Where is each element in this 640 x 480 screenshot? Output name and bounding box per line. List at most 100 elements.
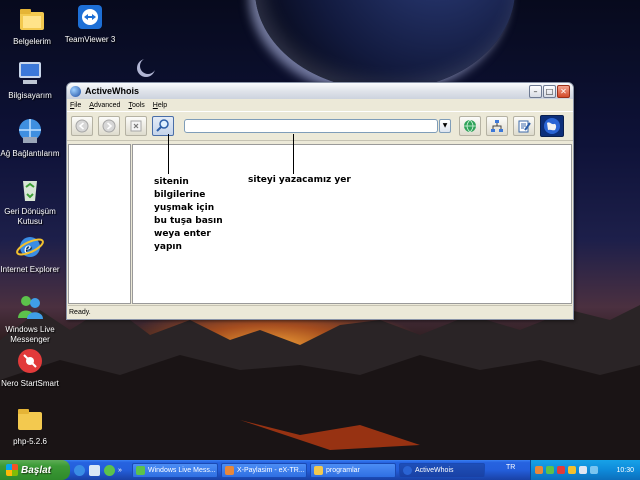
about-button[interactable] <box>540 115 564 137</box>
folder-documents-icon <box>17 4 47 34</box>
maximize-button[interactable]: □ <box>543 84 556 98</box>
desktop-icon-computer[interactable]: Bilgisayarım <box>0 58 62 101</box>
teamviewer-icon <box>75 2 105 32</box>
desktop-icon-label: Bilgisayarım <box>8 91 52 100</box>
task-label: programlar <box>326 466 360 474</box>
task-folder[interactable]: programlar <box>310 462 396 478</box>
domain-history-dropdown[interactable]: ▼ <box>439 119 451 133</box>
task-label: X-Paylasim - eX-TR... <box>237 466 305 474</box>
window-title: ActiveWhois <box>85 86 140 96</box>
forward-button[interactable] <box>98 116 120 136</box>
desktop-icon-label: Windows Live Messenger <box>5 325 55 344</box>
wallpaper-planet <box>255 0 515 90</box>
activewhois-app-icon <box>70 85 81 97</box>
tray-security-icon[interactable] <box>557 466 565 474</box>
tray-network-icon[interactable] <box>568 466 576 474</box>
desktop-icon-documents[interactable]: Belgelerim <box>0 4 64 47</box>
quicklaunch-ie-icon[interactable] <box>74 464 85 476</box>
desktop-icon-recycle[interactable]: Geri Dönüşüm Kutusu <box>0 174 62 227</box>
language-indicator[interactable]: TR <box>506 464 515 471</box>
computer-icon <box>15 58 45 88</box>
annotation-line: weya enter <box>154 229 211 239</box>
folder-icon <box>314 465 323 475</box>
desktop-icon-messenger[interactable]: Windows Live Messenger <box>0 292 62 345</box>
windows-flag-icon <box>6 464 18 476</box>
minimize-button[interactable]: – <box>529 84 542 98</box>
messenger-icon <box>136 465 145 475</box>
globe-icon <box>464 119 476 133</box>
quicklaunch-desktop-icon[interactable] <box>89 464 100 476</box>
desktop-icon-label: Nero StartSmart <box>1 379 59 388</box>
tray-app-icon[interactable] <box>535 466 543 474</box>
start-label: Başlat <box>21 464 52 476</box>
clock: 10:30 <box>616 466 634 474</box>
task-messenger[interactable]: Windows Live Mess... <box>132 462 218 478</box>
desktop-icon-nero[interactable]: Nero StartSmart <box>0 346 62 389</box>
desktop-icon-label: Internet Explorer <box>0 265 60 274</box>
title-bar[interactable]: ActiveWhois – □ ✕ <box>67 83 573 99</box>
annotation-line: bu tuşa basın <box>154 216 223 226</box>
tray-volume-icon[interactable] <box>579 466 587 474</box>
desktop-icon-php[interactable]: php-5.2.6 <box>0 404 62 447</box>
content-area <box>68 144 572 304</box>
status-bar: Ready. <box>68 305 572 318</box>
internet-explorer-icon: e <box>15 232 45 262</box>
system-tray: 10:30 <box>530 460 640 480</box>
recycle-bin-icon <box>15 174 45 204</box>
close-button[interactable]: ✕ <box>557 84 570 98</box>
annotation-line: yapın <box>154 242 182 252</box>
menu-advanced[interactable]: Advanced <box>89 102 120 109</box>
magnifier-icon <box>156 119 169 132</box>
annotation-pointer-right <box>293 134 294 174</box>
annotation-lookup-note: sitenin bilgilerine yuşmak için bu tuşa … <box>154 176 223 254</box>
task-label: ActiveWhois <box>415 466 454 474</box>
browser-icon <box>225 465 234 475</box>
activewhois-icon <box>403 465 412 475</box>
annotation-pointer-left <box>168 134 169 174</box>
domain-input[interactable] <box>185 120 425 133</box>
desktop-icon-label: Ağ Bağlantılarım <box>0 149 60 158</box>
desktop-icon-label: Belgelerim <box>13 37 51 46</box>
tray-messenger-icon[interactable] <box>546 466 554 474</box>
globe-button[interactable] <box>459 116 481 136</box>
task-activewhois[interactable]: ActiveWhois <box>399 462 485 478</box>
stop-icon <box>130 120 142 132</box>
task-browser[interactable]: X-Paylasim - eX-TR... <box>221 462 307 478</box>
arrow-right-icon <box>102 119 116 133</box>
back-button[interactable] <box>71 116 93 136</box>
start-button[interactable]: Başlat <box>0 460 70 480</box>
quicklaunch-more-icon[interactable]: » <box>118 467 124 474</box>
arrow-left-icon <box>75 119 89 133</box>
quicklaunch-messenger-icon[interactable] <box>104 464 115 476</box>
lookup-button[interactable] <box>152 116 174 136</box>
desktop-icon-ie[interactable]: e Internet Explorer <box>0 232 62 275</box>
desktop-icon-label: TeamViewer 3 <box>64 35 116 44</box>
document-edit-icon <box>518 120 531 133</box>
wallpaper-moon <box>140 58 156 74</box>
network-button[interactable] <box>486 116 508 136</box>
annotation-line: sitenin <box>154 177 189 187</box>
folder-icon <box>15 404 45 434</box>
network-icon <box>15 116 45 146</box>
results-tree-pane[interactable] <box>68 144 131 304</box>
annotation-input-note: siteyi yazacamız yer <box>248 175 351 185</box>
desktop-icon-teamviewer[interactable]: TeamViewer 3 <box>58 2 122 45</box>
desktop-icon-label: Geri Dönüşüm Kutusu <box>4 207 56 226</box>
export-button[interactable] <box>513 116 535 136</box>
task-label: Windows Live Mess... <box>148 466 216 474</box>
network-tree-icon <box>491 120 503 132</box>
desktop-icon-label: php-5.2.6 <box>13 437 47 446</box>
domain-input-box <box>184 119 438 133</box>
menu-tools[interactable]: Tools <box>128 102 144 109</box>
desktop-icon-network[interactable]: Ağ Bağlantılarım <box>0 116 62 159</box>
taskbar: Başlat » Windows Live Mess... X-Paylasim… <box>0 460 640 480</box>
earth-logo-icon <box>544 118 560 134</box>
toolbar: ▼ <box>67 111 573 141</box>
annotation-line: yuşmak için <box>154 203 215 213</box>
menu-file[interactable]: File <box>70 102 81 109</box>
messenger-icon <box>15 292 45 322</box>
menu-bar: File Advanced Tools Help <box>67 99 573 111</box>
menu-help[interactable]: Help <box>153 102 167 109</box>
stop-button[interactable] <box>125 116 147 136</box>
tray-update-icon[interactable] <box>590 466 598 474</box>
